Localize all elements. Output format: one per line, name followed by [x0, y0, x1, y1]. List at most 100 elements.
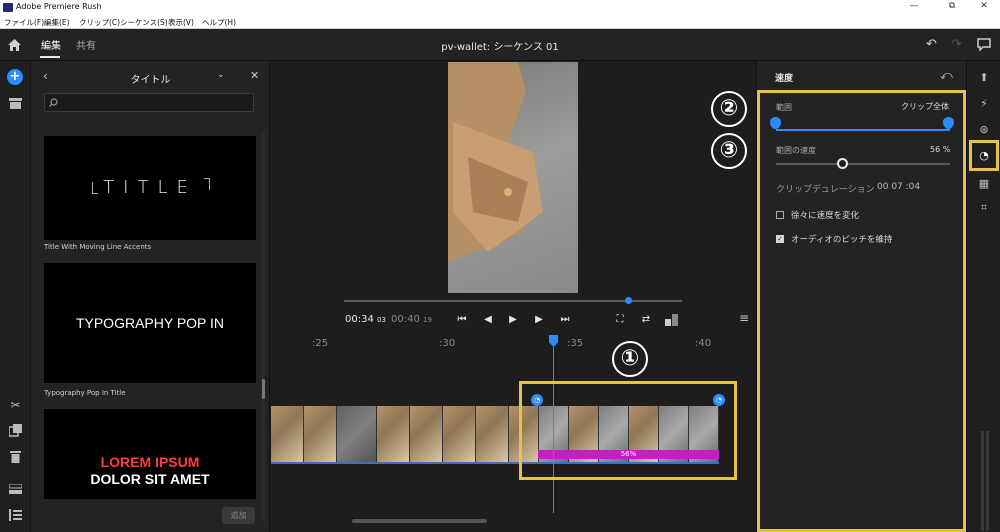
- ruler-tick: :35: [567, 338, 584, 349]
- title-template-3[interactable]: LOREM IPSUM DOLOR SIT AMET: [44, 409, 256, 499]
- title-preview-text: TYPOGRAPHY POP IN: [75, 315, 225, 331]
- speed-panel-title: 速度: [775, 74, 794, 84]
- redo-icon[interactable]: ↷: [951, 37, 962, 52]
- effects-icon[interactable]: ⚡: [977, 97, 991, 111]
- ruler-tick: :25: [312, 338, 329, 349]
- video-frame-image: [448, 62, 543, 262]
- range-slider[interactable]: [776, 129, 950, 131]
- menu-help[interactable]: ヘルプ(H): [202, 17, 236, 28]
- pitch-checkbox[interactable]: ✓: [776, 235, 784, 243]
- total-timecode: 00:40 19: [391, 314, 432, 325]
- skip-to-start-icon[interactable]: ⏮: [455, 313, 469, 327]
- ramp-label: 徐々に速度を変化: [791, 211, 860, 221]
- annotation-one: ①: [612, 341, 648, 377]
- annotation-three: ③: [711, 133, 747, 169]
- step-forward-icon[interactable]: ▶: [532, 313, 546, 327]
- skip-to-end-icon[interactable]: ⏭: [558, 313, 572, 327]
- maximize-button[interactable]: ⧉: [938, 1, 966, 14]
- scissors-icon[interactable]: ✂: [8, 398, 23, 413]
- ruler-tick: :40: [695, 338, 712, 349]
- track-toggle-icon[interactable]: [9, 484, 22, 494]
- reset-icon[interactable]: ⤺: [940, 68, 953, 83]
- chevron-down-icon[interactable]: ⌄: [217, 70, 225, 80]
- close-panel-icon[interactable]: ✕: [250, 69, 259, 82]
- active-tab-indicator: [40, 56, 60, 58]
- add-title-button[interactable]: 追加: [222, 507, 255, 524]
- current-time: 00:34: [345, 314, 374, 325]
- ramp-checkbox[interactable]: [776, 211, 784, 219]
- playback-position-handle[interactable]: [624, 297, 632, 304]
- comment-icon[interactable]: [977, 38, 991, 51]
- transition-thumbnail[interactable]: [337, 406, 377, 462]
- menu-clip[interactable]: クリップ(C): [79, 17, 120, 28]
- menu-edit[interactable]: 編集(E): [44, 17, 70, 28]
- total-time: 00:40: [391, 314, 420, 325]
- title-template-1[interactable]: TITLE: [44, 136, 256, 240]
- media-library-icon[interactable]: [9, 98, 22, 109]
- menu-sequence[interactable]: シーケンス(S): [120, 17, 168, 28]
- duplicate-icon[interactable]: [9, 424, 22, 437]
- range-value: クリップ全体: [901, 102, 949, 111]
- search-input[interactable]: [44, 93, 254, 112]
- range-speed-label: 範囲の速度: [776, 146, 816, 155]
- clip-thumbnail[interactable]: [271, 406, 304, 462]
- speed-panel: 速度 ⤺ 範囲 クリップ全体 範囲の速度 56 % クリップデュレーション 00…: [756, 61, 966, 532]
- close-button[interactable]: ✕: [970, 1, 998, 14]
- timeline-menu-icon[interactable]: ≡: [739, 311, 749, 325]
- clip-thumbnail[interactable]: [304, 406, 337, 462]
- step-back-icon[interactable]: ◀: [481, 313, 495, 327]
- title-preview-line1: LOREM IPSUM: [100, 454, 200, 470]
- speed-icon[interactable]: ◔: [977, 149, 991, 163]
- panel-scrollbar[interactable]: [261, 131, 265, 521]
- clip-thumbnail[interactable]: [443, 406, 476, 462]
- panel-heading: タイトル: [130, 75, 171, 86]
- loop-icon[interactable]: ⇄: [639, 313, 653, 327]
- highlight-box-timeline: [519, 381, 737, 480]
- add-media-button[interactable]: +: [7, 69, 23, 85]
- fullscreen-icon[interactable]: ⛶: [613, 313, 627, 327]
- window-title: Adobe Premiere Rush: [16, 2, 102, 11]
- play-icon[interactable]: ▶: [506, 313, 520, 327]
- window-title-bar: Adobe Premiere Rush — ⧉ ✕: [0, 0, 1000, 15]
- track-list-icon[interactable]: [9, 509, 22, 521]
- clip-duration-value[interactable]: 00 07 :04: [877, 182, 920, 192]
- range-label: 範囲: [776, 103, 792, 112]
- trash-icon[interactable]: [10, 450, 21, 463]
- highlight-box-panel: [757, 90, 966, 532]
- crop-icon[interactable]: ⌗: [977, 201, 991, 215]
- annotation-two: ②: [711, 91, 747, 127]
- undo-icon[interactable]: ↶: [926, 37, 937, 52]
- clip-thumbnail[interactable]: [410, 406, 443, 462]
- titles-panel: ‹ タイトル ⌄ ✕ TITLE Title With Moving Line …: [31, 61, 270, 532]
- clip-duration-label: クリップデュレーション: [776, 185, 875, 195]
- panel-scroll-thumb[interactable]: [262, 379, 265, 399]
- app-icon: [3, 3, 13, 12]
- minimize-button[interactable]: —: [900, 1, 928, 14]
- aspect-ratio-icon[interactable]: [665, 314, 678, 326]
- menu-view[interactable]: 表示(V): [168, 17, 194, 28]
- audio-meter-right: [986, 431, 989, 531]
- center-area: 00:34 03 00:40 19 ⏮ ◀ ▶ ▶ ⏭ ⛶ ⇄ ≡ :25 :3…: [271, 61, 756, 532]
- title-caption-2: Typography Pop In Title: [44, 389, 126, 397]
- audio-icon[interactable]: ▦: [977, 177, 991, 191]
- menu-file[interactable]: ファイル(F): [4, 17, 44, 28]
- title-template-2[interactable]: TYPOGRAPHY POP IN: [44, 263, 256, 383]
- left-toolbar: + ✂: [0, 61, 31, 532]
- speed-slider[interactable]: [776, 163, 950, 165]
- clip-thumbnail[interactable]: [476, 406, 509, 462]
- current-timecode: 00:34 03: [345, 314, 386, 325]
- title-caption-1: Title With Moving Line Accents: [44, 243, 152, 251]
- ruler-tick: :30: [439, 338, 456, 349]
- timeline-scrollbar[interactable]: [352, 519, 487, 523]
- color-icon[interactable]: ⊛: [977, 123, 991, 137]
- line-accent-right: [204, 178, 210, 190]
- search-icon: [49, 98, 58, 107]
- pitch-label: オーディオのピッチを維持: [791, 235, 893, 245]
- clip-thumbnail[interactable]: [377, 406, 410, 462]
- title-preview-line2: DOLOR SIT AMET: [90, 471, 210, 487]
- right-toolbar: ⬆ ⚡ ⊛ ◔ ▦ ⌗: [966, 61, 1000, 532]
- current-frames: 03: [377, 316, 386, 324]
- transitions-icon[interactable]: ⬆: [977, 71, 991, 85]
- video-preview[interactable]: [448, 62, 578, 293]
- playhead-handle[interactable]: [549, 335, 558, 347]
